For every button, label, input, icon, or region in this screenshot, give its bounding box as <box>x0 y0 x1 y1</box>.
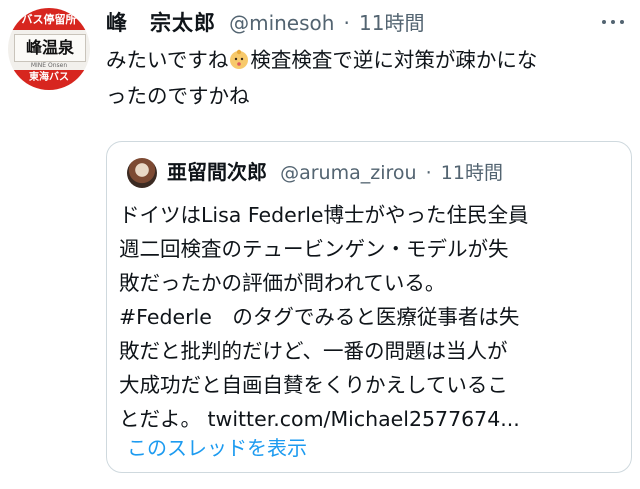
quoted-text-line: 大成功だと自画自賛をくりかえしているこ <box>119 373 508 397</box>
display-name[interactable]: 峰 宗太郎 <box>106 11 216 35</box>
quoted-separator-dot: · <box>425 162 432 184</box>
quoted-tweet-header: 亜留間次郎 @aruma_zirou · 11時間 <box>167 154 503 190</box>
tweet-text: みたいですね 検査検査で逆に対策が疎かにな ったのですかね <box>106 42 630 114</box>
tweet-text-part3: ったのですかね <box>106 84 250 108</box>
quoted-user-handle: @aruma_zirou <box>280 162 417 184</box>
tweet-text-part1: みたいですね <box>106 48 229 72</box>
tweet-timestamp[interactable]: 11時間 <box>359 11 424 35</box>
tweet-header: 峰 宗太郎 @minesoh · 11時間 <box>106 6 424 40</box>
user-handle[interactable]: @minesoh <box>229 11 334 35</box>
more-options-icon[interactable] <box>602 12 628 32</box>
avatar-sign-top: バス停留所 <box>8 8 90 30</box>
baby-face-emoji <box>230 49 249 69</box>
user-avatar[interactable]: バス停留所 峰温泉 MINE Onsen 東海バス <box>8 8 90 90</box>
quoted-user-avatar <box>127 158 157 188</box>
quoted-text-line: #Federle のタグでみると医療従事者は失 <box>119 305 520 329</box>
avatar-sign-bottom: 東海バス <box>8 70 90 90</box>
quoted-text-line: 週二回検査のテュービンゲン・モデルが失 <box>119 237 509 261</box>
tweet-text-part2: 検査検査で逆に対策が疎かにな <box>250 48 538 72</box>
quoted-text-line: とだよ。 twitter.com/Michael2577674... <box>119 407 520 431</box>
quoted-text-line: ドイツはLisa Federle博士がやった住民全員 <box>119 203 529 227</box>
quoted-text-line: 敗だと批判的だけど、一番の問題は当人が <box>119 339 508 363</box>
quoted-text-line: 敗だったかの評価が問われている。 <box>119 271 446 295</box>
avatar-sign-main: 峰温泉 <box>14 34 86 62</box>
quoted-tweet-card[interactable]: 亜留間次郎 @aruma_zirou · 11時間 ドイツはLisa Feder… <box>106 141 632 473</box>
quoted-display-name: 亜留間次郎 <box>167 160 267 184</box>
separator-dot: · <box>343 11 350 35</box>
avatar-sign-sub: MINE Onsen <box>30 62 68 69</box>
show-thread-link[interactable]: このスレッドを表示 <box>127 432 307 461</box>
quoted-tweet-timestamp: 11時間 <box>440 162 503 184</box>
quoted-tweet-text: ドイツはLisa Federle博士がやった住民全員 週二回検査のテュービンゲン… <box>119 198 623 436</box>
